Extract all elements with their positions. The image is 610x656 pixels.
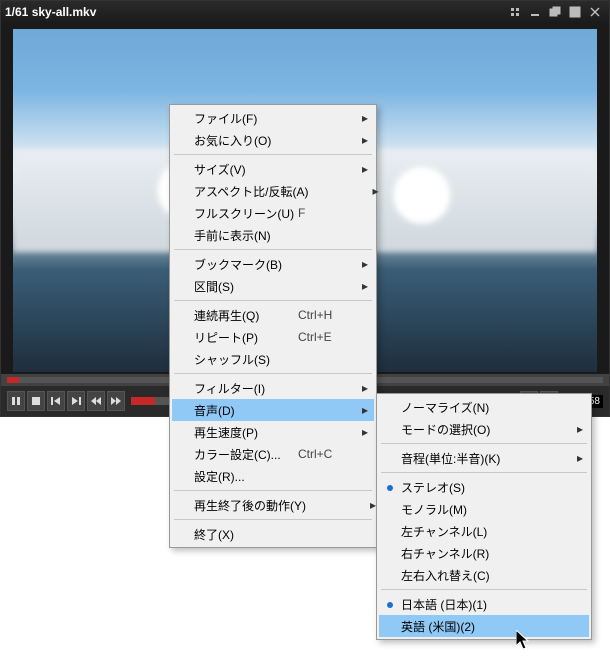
menu-separator xyxy=(174,154,372,155)
context-menu-item[interactable]: フィルター(I) ▸ xyxy=(172,377,374,399)
menu-item-label: モノラル(M) xyxy=(401,501,513,518)
menu-item-label: 設定(R)... xyxy=(194,468,298,485)
menu-item-label: ノーマライズ(N) xyxy=(401,399,513,416)
context-menu-item[interactable]: 区間(S) ▸ xyxy=(172,275,374,297)
context-menu-item[interactable]: カラー設定(C)...Ctrl+C xyxy=(172,443,374,465)
context-menu-item[interactable]: 終了(X) xyxy=(172,523,374,545)
close-button[interactable] xyxy=(585,5,605,19)
menu-item-label: ブックマーク(B) xyxy=(194,256,298,273)
context-menu-item[interactable]: 連続再生(Q)Ctrl+H xyxy=(172,304,374,326)
chevron-right-icon: ▸ xyxy=(369,184,383,198)
menu-item-label: ファイル(F) xyxy=(194,110,298,127)
sysbtn-a[interactable] xyxy=(505,5,525,19)
context-menu-item[interactable]: フルスクリーン(U)F xyxy=(172,202,374,224)
chevron-right-icon: ▸ xyxy=(358,162,372,176)
context-menu-item[interactable]: シャッフル(S) xyxy=(172,348,374,370)
context-menu-item[interactable]: リピート(P)Ctrl+E xyxy=(172,326,374,348)
chevron-right-icon: ▸ xyxy=(358,403,372,417)
audio-submenu[interactable]: ノーマライズ(N) モードの選択(O) ▸ 音程(単位:半音)(K) ▸ ステレオ(S) モ… xyxy=(376,393,592,640)
menu-item-label: 右チャンネル(R) xyxy=(401,545,513,562)
context-menu-item[interactable]: アスペクト比/反転(A)▸ xyxy=(172,180,374,202)
next-button[interactable] xyxy=(67,391,85,411)
window-title: 1/61 sky-all.mkv xyxy=(5,5,96,19)
audio-submenu-item[interactable]: 日本語 (日本)(1) xyxy=(379,593,589,615)
stop-button[interactable] xyxy=(27,391,45,411)
menu-item-label: ステレオ(S) xyxy=(401,479,513,496)
menu-item-label: リピート(P) xyxy=(194,329,298,346)
menu-item-label: 終了(X) xyxy=(194,526,298,543)
menu-item-label: 音声(D) xyxy=(194,402,298,419)
menu-separator xyxy=(381,589,587,590)
maximize-button[interactable] xyxy=(565,5,585,19)
audio-submenu-item[interactable]: 右チャンネル(R) xyxy=(379,542,589,564)
menu-item-label: カラー設定(C)... xyxy=(194,446,298,463)
menu-item-label: 連続再生(Q) xyxy=(194,307,298,324)
menu-separator xyxy=(174,519,372,520)
chevron-right-icon: ▸ xyxy=(573,422,587,436)
rewind-button[interactable] xyxy=(87,391,105,411)
chevron-right-icon: ▸ xyxy=(358,133,372,147)
menu-item-label: 音程(単位:半音)(K) xyxy=(401,450,513,467)
menu-separator xyxy=(174,373,372,374)
audio-submenu-item[interactable]: 左チャンネル(L) xyxy=(379,520,589,542)
menu-item-shortcut: F xyxy=(298,206,358,220)
menu-separator xyxy=(174,490,372,491)
minimize-button[interactable] xyxy=(525,5,545,19)
forward-button[interactable] xyxy=(107,391,125,411)
menu-item-shortcut: Ctrl+C xyxy=(298,447,358,461)
menu-item-label: モードの選択(O) xyxy=(401,421,513,438)
menu-item-shortcut: Ctrl+E xyxy=(298,330,358,344)
context-menu-item[interactable]: 手前に表示(N) xyxy=(172,224,374,246)
context-menu[interactable]: ファイル(F)▸お気に入り(O)▸サイズ(V)▸アスペクト比/反転(A)▸フルス… xyxy=(169,104,377,548)
context-menu-item[interactable]: 音声(D) ▸ xyxy=(172,399,374,421)
menu-item-label: 左右入れ替え(C) xyxy=(401,567,513,584)
restore-button[interactable] xyxy=(545,5,565,19)
audio-submenu-item[interactable]: 英語 (米国)(2) xyxy=(379,615,589,637)
menu-item-label: 再生速度(P) xyxy=(194,424,298,441)
context-menu-item[interactable]: サイズ(V) ▸ xyxy=(172,158,374,180)
menu-item-label: お気に入り(O) xyxy=(194,132,298,149)
pause-button[interactable] xyxy=(7,391,25,411)
prev-button[interactable] xyxy=(47,391,65,411)
context-menu-item[interactable]: 設定(R)... xyxy=(172,465,374,487)
context-menu-item[interactable]: 再生終了後の動作(Y)▸ xyxy=(172,494,374,516)
audio-submenu-item[interactable]: モノラル(M) xyxy=(379,498,589,520)
menu-separator xyxy=(381,472,587,473)
context-menu-item[interactable]: ファイル(F) ▸ xyxy=(172,107,374,129)
menu-item-label: 再生終了後の動作(Y) xyxy=(194,497,306,514)
menu-item-label: 英語 (米国)(2) xyxy=(401,618,513,635)
audio-submenu-item[interactable]: 音程(単位:半音)(K) ▸ xyxy=(379,447,589,469)
menu-item-label: シャッフル(S) xyxy=(194,351,298,368)
menu-item-label: 左チャンネル(L) xyxy=(401,523,513,540)
menu-separator xyxy=(174,300,372,301)
audio-submenu-item[interactable]: 左右入れ替え(C) xyxy=(379,564,589,586)
chevron-right-icon: ▸ xyxy=(358,381,372,395)
chevron-right-icon: ▸ xyxy=(358,257,372,271)
audio-submenu-item[interactable]: モードの選択(O) ▸ xyxy=(379,418,589,440)
menu-item-label: アスペクト比/反転(A) xyxy=(194,183,309,200)
menu-item-shortcut: Ctrl+H xyxy=(298,308,358,322)
context-menu-item[interactable]: 再生速度(P) ▸ xyxy=(172,421,374,443)
titlebar[interactable]: 1/61 sky-all.mkv xyxy=(1,1,609,23)
menu-item-label: フィルター(I) xyxy=(194,380,298,397)
chevron-right-icon: ▸ xyxy=(358,425,372,439)
audio-submenu-item[interactable]: ノーマライズ(N) xyxy=(379,396,589,418)
context-menu-item[interactable]: お気に入り(O) ▸ xyxy=(172,129,374,151)
menu-separator xyxy=(174,249,372,250)
chevron-right-icon: ▸ xyxy=(573,451,587,465)
menu-separator xyxy=(381,443,587,444)
chevron-right-icon: ▸ xyxy=(358,279,372,293)
menu-item-label: 手前に表示(N) xyxy=(194,227,298,244)
menu-item-label: フルスクリーン(U) xyxy=(194,205,298,222)
menu-item-label: 区間(S) xyxy=(194,278,298,295)
context-menu-item[interactable]: ブックマーク(B) ▸ xyxy=(172,253,374,275)
menu-item-label: 日本語 (日本)(1) xyxy=(401,596,513,613)
audio-submenu-item[interactable]: ステレオ(S) xyxy=(379,476,589,498)
menu-item-label: サイズ(V) xyxy=(194,161,298,178)
chevron-right-icon: ▸ xyxy=(358,111,372,125)
